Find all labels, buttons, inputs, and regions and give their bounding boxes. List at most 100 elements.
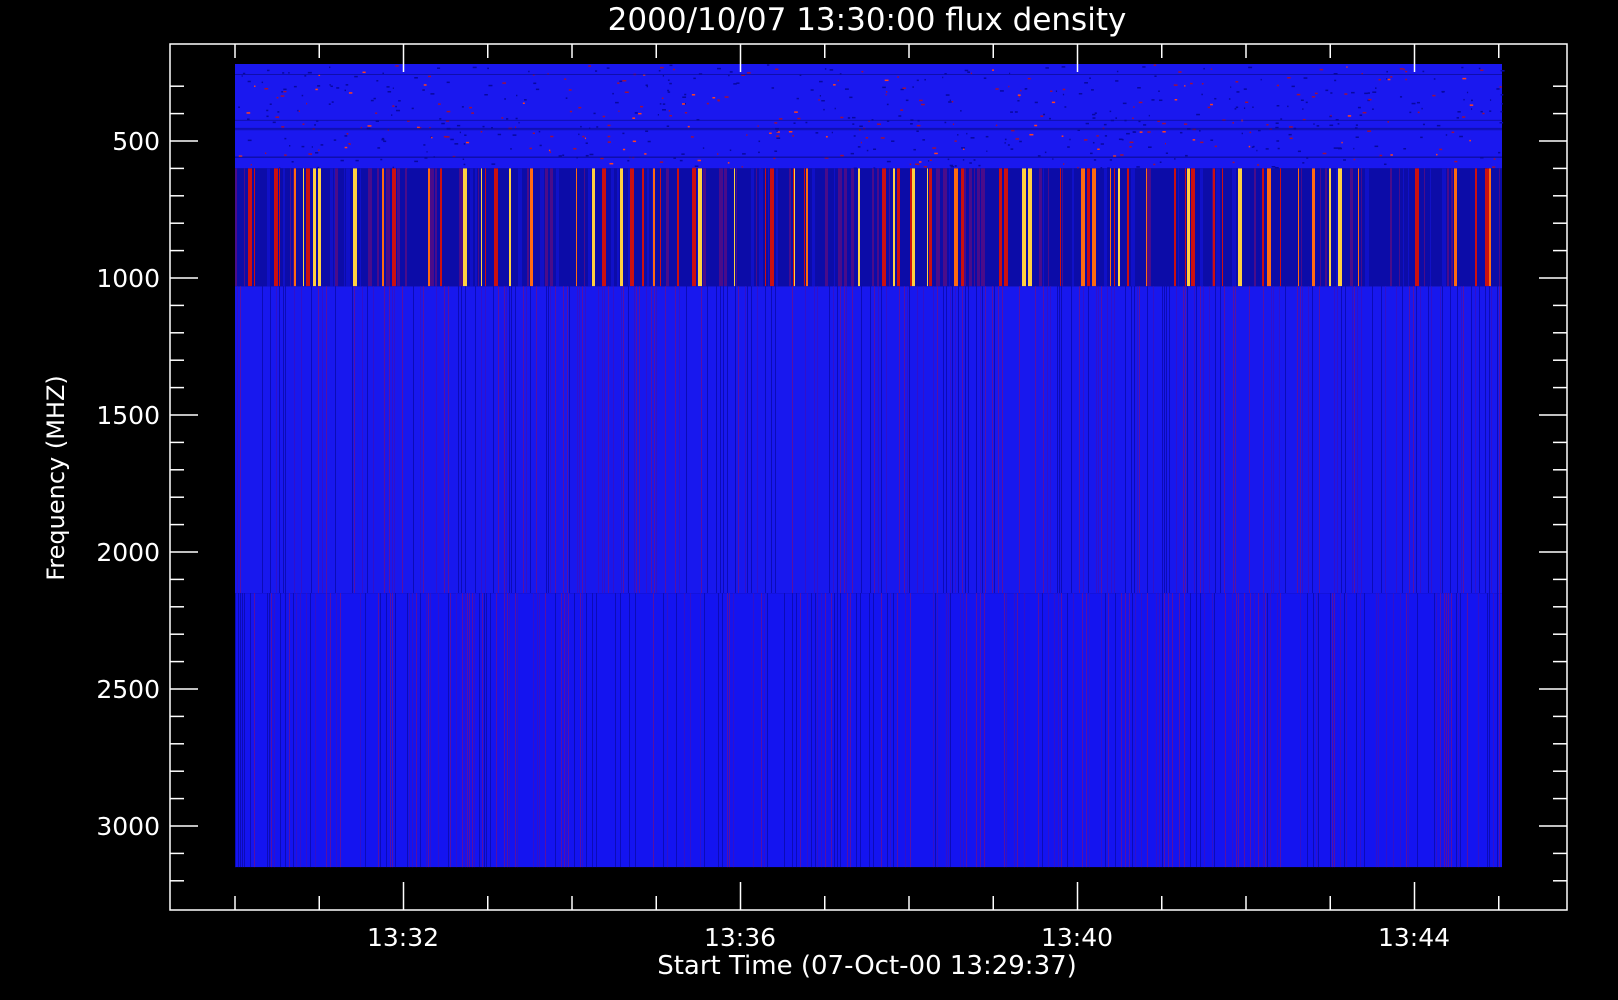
flux-stripe xyxy=(770,168,774,287)
flux-speckle xyxy=(1203,67,1205,70)
flux-speckle xyxy=(1015,138,1020,140)
flux-stripe xyxy=(481,286,482,594)
flux-speckle xyxy=(398,100,401,102)
flux-stripe xyxy=(1216,168,1220,287)
flux-speckle xyxy=(293,85,297,88)
flux-speckle xyxy=(1463,98,1465,101)
flux-speckle xyxy=(850,152,854,155)
flux-speckle xyxy=(414,160,419,163)
flux-stripe xyxy=(981,168,985,287)
flux-speckle xyxy=(1120,154,1124,156)
flux-stripe xyxy=(684,593,685,868)
flux-stripe xyxy=(515,286,516,594)
flux-speckle xyxy=(1014,111,1018,113)
flux-speckle xyxy=(459,131,461,134)
flux-speckle xyxy=(857,146,861,148)
flux-stripe xyxy=(334,168,335,287)
flux-speckle xyxy=(1037,155,1041,157)
flux-stripe xyxy=(1403,168,1404,287)
flux-stripe xyxy=(667,593,668,868)
flux-stripe xyxy=(472,593,473,868)
flux-speckle xyxy=(1364,92,1368,95)
flux-stripe xyxy=(1067,593,1068,868)
flux-stripe xyxy=(954,168,958,287)
flux-stripe xyxy=(1111,286,1112,594)
y-tick-label: 2000 xyxy=(96,538,160,567)
flux-speckle xyxy=(829,69,834,71)
flux-speckle xyxy=(291,161,294,163)
flux-speckle xyxy=(824,68,827,70)
flux-stripe xyxy=(1114,286,1115,594)
flux-stripe xyxy=(1185,168,1186,287)
flux-stripe xyxy=(1185,286,1186,594)
flux-speckle xyxy=(1291,85,1295,88)
flux-stripe xyxy=(250,593,251,868)
flux-stripe xyxy=(1043,286,1044,594)
flux-stripe xyxy=(844,168,847,287)
flux-stripe xyxy=(1196,286,1197,594)
flux-stripe xyxy=(1107,286,1108,594)
flux-stripe xyxy=(701,286,702,594)
flux-stripe xyxy=(960,593,961,868)
flux-speckle xyxy=(918,161,922,163)
flux-stripe xyxy=(402,286,403,594)
flux-speckle xyxy=(386,86,390,88)
flux-stripe xyxy=(834,593,835,868)
flux-speckle xyxy=(1489,110,1492,112)
y-tick-label: 2500 xyxy=(96,675,160,704)
flux-speckle xyxy=(569,110,573,113)
flux-speckle xyxy=(1330,114,1332,117)
flux-speckle xyxy=(961,147,966,149)
flux-stripe xyxy=(1174,168,1176,287)
flux-speckle xyxy=(538,130,541,133)
flux-stripe xyxy=(596,593,597,868)
flux-speckle xyxy=(1277,147,1280,150)
flux-stripe xyxy=(850,593,851,868)
flux-stripe xyxy=(242,593,243,868)
flux-stripe xyxy=(821,593,822,868)
flux-stripe xyxy=(679,286,680,594)
flux-speckle xyxy=(317,166,320,169)
flux-stripe xyxy=(1028,168,1032,287)
flux-stripe xyxy=(703,168,706,287)
flux-stripe xyxy=(1273,286,1274,594)
flux-stripe xyxy=(933,286,934,594)
flux-stripe xyxy=(1238,593,1239,868)
flux-stripe xyxy=(1079,286,1080,594)
flux-stripe xyxy=(1073,593,1074,868)
flux-stripe xyxy=(666,168,669,287)
flux-speckle xyxy=(1355,136,1359,138)
flux-stripe xyxy=(1121,593,1122,868)
flux-stripe xyxy=(1364,593,1365,868)
flux-stripe xyxy=(621,286,622,594)
flux-speckle xyxy=(727,162,730,164)
flux-speckle xyxy=(1043,113,1045,116)
flux-stripe xyxy=(877,168,879,287)
flux-stripe xyxy=(1431,286,1432,594)
flux-stripe xyxy=(1485,168,1489,287)
flux-speckle xyxy=(1316,125,1320,127)
flux-speckle xyxy=(1297,150,1301,153)
flux-speckle xyxy=(373,97,376,100)
flux-stripe xyxy=(368,168,372,287)
flux-stripe xyxy=(984,593,985,868)
flux-stripe xyxy=(1190,593,1191,868)
flux-stripe xyxy=(834,168,835,287)
flux-stripe xyxy=(1222,168,1223,287)
flux-speckle xyxy=(1496,88,1500,90)
flux-stripe xyxy=(1420,286,1421,594)
flux-stripe xyxy=(416,593,417,868)
flux-stripe xyxy=(563,286,564,594)
flux-stripe xyxy=(360,593,361,868)
flux-stripe xyxy=(965,286,966,594)
flux-speckle xyxy=(1051,101,1056,104)
flux-speckle xyxy=(487,67,489,70)
flux-stripe xyxy=(1475,168,1477,287)
flux-stripe xyxy=(1166,286,1167,594)
flux-stripe xyxy=(574,593,575,868)
flux-speckle xyxy=(584,137,587,140)
flux-stripe xyxy=(729,593,730,868)
flux-speckle xyxy=(794,111,798,113)
flux-speckle xyxy=(1417,111,1420,114)
flux-speckle xyxy=(301,94,304,97)
